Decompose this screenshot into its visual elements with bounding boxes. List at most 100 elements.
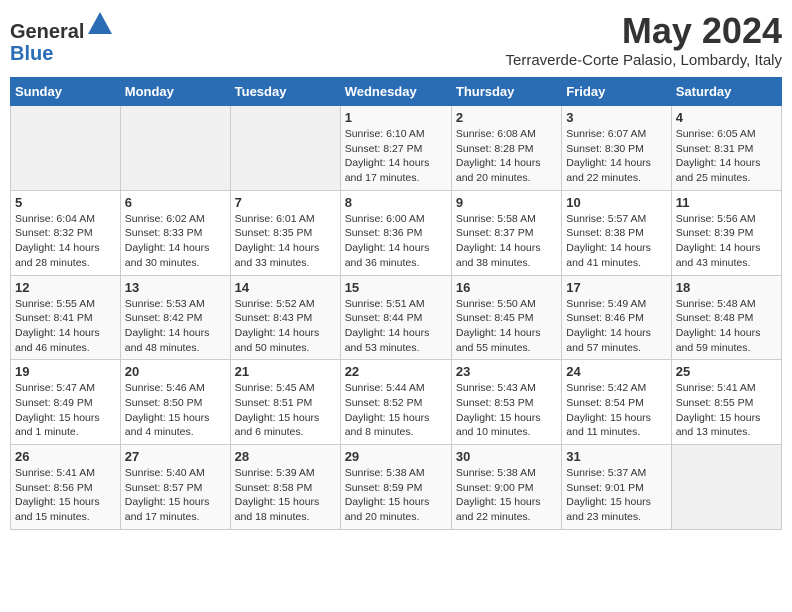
calendar-cell: 19 Sunrise: 5:47 AMSunset: 8:49 PMDayligh…: [11, 360, 121, 445]
weekday-header-row: SundayMondayTuesdayWednesdayThursdayFrid…: [11, 78, 782, 106]
calendar-cell: 12Sunrise: 5:55 AMSunset: 8:41 PMDayligh…: [11, 275, 121, 360]
day-info: Sunrise: 5:45 AMSunset: 8:51 PMDaylight:…: [235, 381, 336, 440]
calendar-cell: 31Sunrise: 5:37 AMSunset: 9:01 PMDayligh…: [562, 445, 671, 530]
weekday-header-tuesday: Tuesday: [230, 78, 340, 106]
calendar-cell: [230, 106, 340, 191]
calendar-cell: 11 Sunrise: 5:56 AMSunset: 8:39 PMDayligh…: [671, 190, 781, 275]
day-number: 27: [125, 449, 226, 464]
calendar-cell: 20Sunrise: 5:46 AMSunset: 8:50 PMDayligh…: [120, 360, 230, 445]
calendar-header: SundayMondayTuesdayWednesdayThursdayFrid…: [11, 78, 782, 106]
weekday-header-saturday: Saturday: [671, 78, 781, 106]
day-number: 23: [456, 364, 557, 379]
day-number: 30: [456, 449, 557, 464]
calendar-week-2: 5 Sunrise: 6:04 AMSunset: 8:32 PMDaylight…: [11, 190, 782, 275]
day-number: 24: [566, 364, 666, 379]
day-number: 3: [566, 110, 666, 125]
day-number: 16: [456, 280, 557, 295]
page-header: General Blue May 2024 Terraverde-Corte P…: [10, 10, 782, 69]
day-info: Sunrise: 6:08 AMSunset: 8:28 PMDaylight:…: [456, 127, 557, 186]
weekday-header-thursday: Thursday: [451, 78, 561, 106]
calendar-cell: 16 Sunrise: 5:50 AMSunset: 8:45 PMDayligh…: [451, 275, 561, 360]
calendar-cell: 25 Sunrise: 5:41 AMSunset: 8:55 PMDayligh…: [671, 360, 781, 445]
day-info: Sunrise: 5:48 AMSunset: 8:48 PMDaylight:…: [676, 297, 777, 356]
day-info: Sunrise: 5:52 AMSunset: 8:43 PMDaylight:…: [235, 297, 336, 356]
location-subtitle: Terraverde-Corte Palasio, Lombardy, Ital…: [505, 52, 782, 69]
day-info: Sunrise: 5:51 AMSunset: 8:44 PMDaylight:…: [345, 297, 447, 356]
calendar-body: 1Sunrise: 6:10 AMSunset: 8:27 PMDaylight…: [11, 106, 782, 530]
day-info: Sunrise: 5:43 AMSunset: 8:53 PMDaylight:…: [456, 381, 557, 440]
day-info: Sunrise: 5:47 AMSunset: 8:49 PMDaylight:…: [15, 381, 116, 440]
calendar-cell: 5 Sunrise: 6:04 AMSunset: 8:32 PMDaylight…: [11, 190, 121, 275]
day-info: Sunrise: 6:04 AMSunset: 8:32 PMDaylight:…: [15, 212, 116, 271]
day-number: 8: [345, 195, 447, 210]
day-info: Sunrise: 5:37 AMSunset: 9:01 PMDaylight:…: [566, 466, 666, 525]
logo: General Blue: [10, 10, 114, 65]
day-number: 7: [235, 195, 336, 210]
calendar-cell: 28Sunrise: 5:39 AMSunset: 8:58 PMDayligh…: [230, 445, 340, 530]
day-number: 2: [456, 110, 557, 125]
day-number: 6: [125, 195, 226, 210]
weekday-header-sunday: Sunday: [11, 78, 121, 106]
weekday-header-friday: Friday: [562, 78, 671, 106]
day-info: Sunrise: 5:50 AMSunset: 8:45 PMDaylight:…: [456, 297, 557, 356]
calendar-cell: 18 Sunrise: 5:48 AMSunset: 8:48 PMDayligh…: [671, 275, 781, 360]
title-section: May 2024 Terraverde-Corte Palasio, Lomba…: [505, 10, 782, 69]
day-number: 11: [676, 195, 777, 210]
calendar-table: SundayMondayTuesdayWednesdayThursdayFrid…: [10, 77, 782, 530]
day-info: Sunrise: 5:58 AMSunset: 8:37 PMDaylight:…: [456, 212, 557, 271]
day-info: Sunrise: 6:02 AMSunset: 8:33 PMDaylight:…: [125, 212, 226, 271]
calendar-week-1: 1Sunrise: 6:10 AMSunset: 8:27 PMDaylight…: [11, 106, 782, 191]
day-info: Sunrise: 5:46 AMSunset: 8:50 PMDaylight:…: [125, 381, 226, 440]
weekday-header-wednesday: Wednesday: [340, 78, 451, 106]
day-info: Sunrise: 6:07 AMSunset: 8:30 PMDaylight:…: [566, 127, 666, 186]
calendar-week-4: 19 Sunrise: 5:47 AMSunset: 8:49 PMDayligh…: [11, 360, 782, 445]
logo-general: General: [10, 21, 84, 43]
calendar-week-3: 12Sunrise: 5:55 AMSunset: 8:41 PMDayligh…: [11, 275, 782, 360]
day-number: 29: [345, 449, 447, 464]
day-number: 26: [15, 449, 116, 464]
day-number: 28: [235, 449, 336, 464]
day-info: Sunrise: 6:05 AMSunset: 8:31 PMDaylight:…: [676, 127, 777, 186]
day-info: Sunrise: 5:42 AMSunset: 8:54 PMDaylight:…: [566, 381, 666, 440]
day-number: 13: [125, 280, 226, 295]
day-info: Sunrise: 5:49 AMSunset: 8:46 PMDaylight:…: [566, 297, 666, 356]
day-number: 19: [15, 364, 116, 379]
calendar-cell: 3 Sunrise: 6:07 AMSunset: 8:30 PMDaylight…: [562, 106, 671, 191]
day-info: Sunrise: 5:38 AMSunset: 9:00 PMDaylight:…: [456, 466, 557, 525]
day-info: Sunrise: 5:41 AMSunset: 8:55 PMDaylight:…: [676, 381, 777, 440]
day-info: Sunrise: 6:01 AMSunset: 8:35 PMDaylight:…: [235, 212, 336, 271]
calendar-cell: [11, 106, 121, 191]
calendar-cell: 8Sunrise: 6:00 AMSunset: 8:36 PMDaylight…: [340, 190, 451, 275]
calendar-cell: 30 Sunrise: 5:38 AMSunset: 9:00 PMDayligh…: [451, 445, 561, 530]
calendar-cell: 21Sunrise: 5:45 AMSunset: 8:51 PMDayligh…: [230, 360, 340, 445]
day-number: 10: [566, 195, 666, 210]
calendar-cell: 4 Sunrise: 6:05 AMSunset: 8:31 PMDaylight…: [671, 106, 781, 191]
calendar-cell: 24 Sunrise: 5:42 AMSunset: 8:54 PMDayligh…: [562, 360, 671, 445]
logo-blue: Blue: [10, 43, 53, 65]
calendar-cell: [671, 445, 781, 530]
calendar-cell: 29 Sunrise: 5:38 AMSunset: 8:59 PMDayligh…: [340, 445, 451, 530]
calendar-cell: 13Sunrise: 5:53 AMSunset: 8:42 PMDayligh…: [120, 275, 230, 360]
calendar-cell: [120, 106, 230, 191]
calendar-cell: 26Sunrise: 5:41 AMSunset: 8:56 PMDayligh…: [11, 445, 121, 530]
day-number: 14: [235, 280, 336, 295]
calendar-cell: 14 Sunrise: 5:52 AMSunset: 8:43 PMDayligh…: [230, 275, 340, 360]
day-number: 18: [676, 280, 777, 295]
calendar-cell: 2 Sunrise: 6:08 AMSunset: 8:28 PMDaylight…: [451, 106, 561, 191]
day-number: 9: [456, 195, 557, 210]
day-info: Sunrise: 5:56 AMSunset: 8:39 PMDaylight:…: [676, 212, 777, 271]
day-info: Sunrise: 5:40 AMSunset: 8:57 PMDaylight:…: [125, 466, 226, 525]
calendar-cell: 1Sunrise: 6:10 AMSunset: 8:27 PMDaylight…: [340, 106, 451, 191]
day-info: Sunrise: 5:38 AMSunset: 8:59 PMDaylight:…: [345, 466, 447, 525]
day-number: 12: [15, 280, 116, 295]
calendar-cell: 15Sunrise: 5:51 AMSunset: 8:44 PMDayligh…: [340, 275, 451, 360]
calendar-cell: 23 Sunrise: 5:43 AMSunset: 8:53 PMDayligh…: [451, 360, 561, 445]
day-number: 5: [15, 195, 116, 210]
calendar-cell: 6 Sunrise: 6:02 AMSunset: 8:33 PMDaylight…: [120, 190, 230, 275]
day-info: Sunrise: 6:10 AMSunset: 8:27 PMDaylight:…: [345, 127, 447, 186]
day-number: 4: [676, 110, 777, 125]
calendar-cell: 7 Sunrise: 6:01 AMSunset: 8:35 PMDaylight…: [230, 190, 340, 275]
calendar-cell: 9 Sunrise: 5:58 AMSunset: 8:37 PMDaylight…: [451, 190, 561, 275]
day-number: 25: [676, 364, 777, 379]
calendar-cell: 22Sunrise: 5:44 AMSunset: 8:52 PMDayligh…: [340, 360, 451, 445]
